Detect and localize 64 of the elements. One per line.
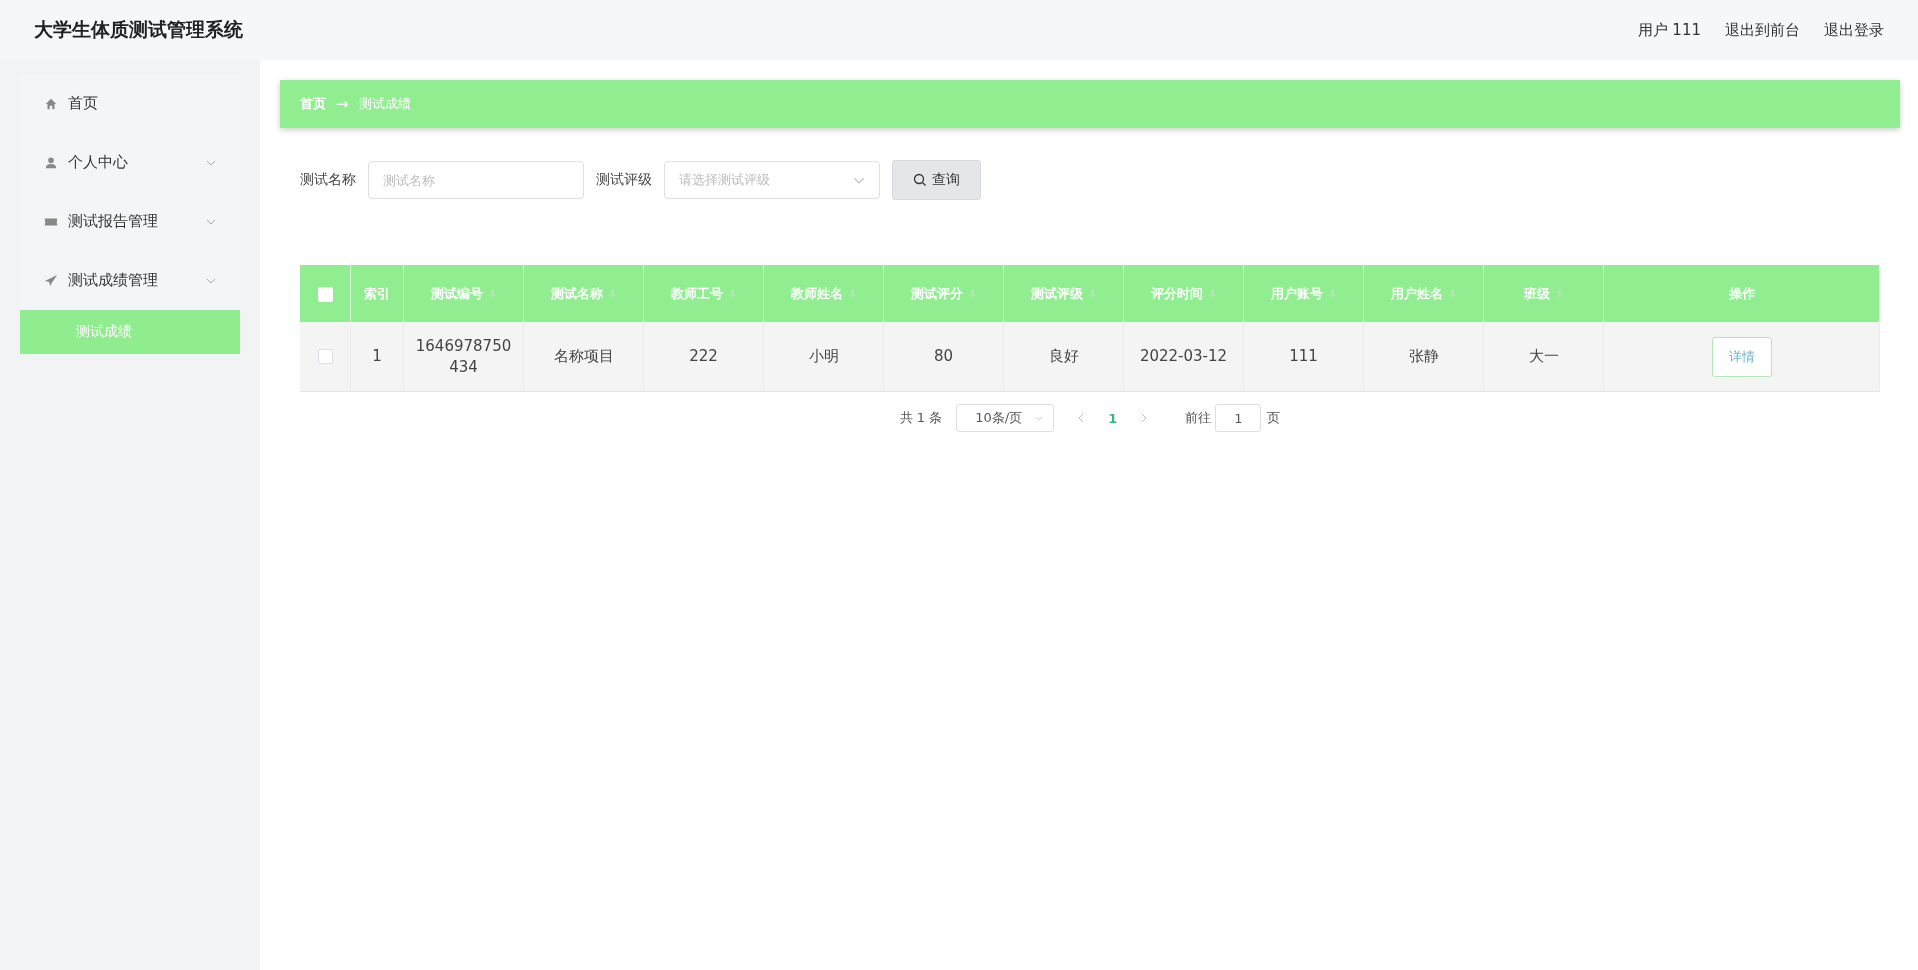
chevron-icon [853,176,865,184]
table-cell: 小明 [763,322,884,392]
goto-label: 前往 [1185,409,1212,427]
page-size-select[interactable]: 10条/页 [956,404,1055,432]
menu-item[interactable]: 个人中心 [20,133,240,192]
column-header: 用户姓名 [1363,265,1484,322]
header-link[interactable]: 退出登录 [1824,20,1884,40]
app-title: 大学生体质测试管理系统 [34,17,243,42]
row-checkbox[interactable] [317,349,333,364]
table-cell: 大一 [1483,322,1604,392]
column-header: 班级 [1483,265,1604,322]
table-cell: 良好 [1003,322,1124,392]
sort-icon[interactable] [1449,288,1456,299]
field-label: 测试评级 [596,171,652,189]
sort-icon[interactable] [609,288,616,299]
table-cell: 80 [883,322,1004,392]
table-cell: 111 [1243,322,1364,392]
select-all-checkbox[interactable] [317,286,333,302]
chevron-icon [206,277,216,284]
page-input[interactable]: 1 [1215,404,1262,432]
column-header: 测试评分 [883,265,1004,322]
sort-icon[interactable] [849,288,856,299]
sort-icon[interactable] [729,288,736,299]
input-field[interactable]: 测试名称 [368,161,584,199]
table-cell: 1 [350,322,404,392]
field-label: 测试名称 [300,171,356,189]
menu-item[interactable]: 测试成绩管理 [20,251,240,310]
menu-item[interactable]: 首页 [20,74,240,133]
breadcrumb-separator: → [336,95,349,113]
sort-icon[interactable] [489,288,496,299]
total-count: 共 1 条 [899,409,943,427]
chevron-icon [206,218,216,225]
table-cell: 1646978750434 [403,322,524,392]
table-cell: 张静 [1363,322,1484,392]
column-header: 操作 [1603,265,1880,322]
column-header: 测试编号 [403,265,524,322]
home-icon [44,96,58,111]
column-header: 测试名称 [523,265,644,322]
sort-icon[interactable] [969,288,976,299]
column-header: 评分时间 [1123,265,1244,322]
table-cell: 222 [643,322,764,392]
chevron-icon [206,159,216,166]
paper-plane-icon [44,273,58,288]
column-header: 教师工号 [643,265,764,322]
menu-item[interactable]: 测试报告管理 [20,192,240,251]
sort-icon[interactable] [1556,288,1563,299]
search-button[interactable]: 查询 [892,160,981,200]
page-suffix: 页 [1267,409,1281,427]
column-header: 用户账号 [1243,265,1364,322]
user-icon [44,155,58,170]
header-link[interactable]: 退出到前台 [1725,20,1800,40]
search-icon [913,173,927,187]
header-link[interactable]: 用户 111 [1637,20,1701,40]
sort-icon[interactable] [1209,288,1216,299]
prev-page-icon[interactable] [1078,413,1085,423]
sort-icon[interactable] [1329,288,1336,299]
next-page-icon[interactable] [1141,413,1148,423]
sort-icon[interactable] [1089,288,1096,299]
table-cell: 2022-03-12 [1123,322,1244,392]
chevron-icon [1035,415,1044,421]
column-header: 测试评级 [1003,265,1124,322]
column-header: 教师姓名 [763,265,884,322]
table-cell: 名称项目 [523,322,644,392]
column-header: 索引 [350,265,404,322]
